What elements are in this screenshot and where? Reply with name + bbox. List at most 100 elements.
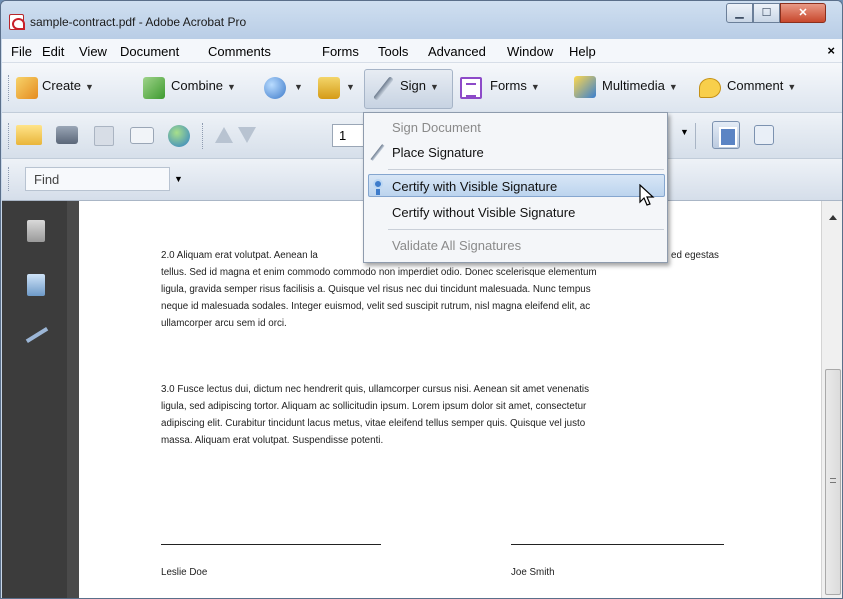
chevron-down-icon: ▼ bbox=[294, 82, 303, 92]
menu-item-place-signature[interactable]: Place Signature bbox=[392, 145, 484, 160]
pen-icon bbox=[372, 77, 394, 99]
create-label: Create bbox=[42, 78, 82, 93]
chevron-down-icon: ▼ bbox=[85, 82, 94, 92]
menu-separator bbox=[388, 229, 664, 230]
fit-page-icon[interactable] bbox=[712, 121, 740, 149]
vertical-scrollbar[interactable] bbox=[821, 201, 842, 598]
document-close-button[interactable]: × bbox=[827, 43, 835, 58]
save-icon[interactable] bbox=[94, 126, 114, 146]
chevron-down-icon: ▼ bbox=[227, 82, 236, 92]
sign-label: Sign bbox=[400, 78, 427, 93]
forms-icon bbox=[460, 77, 482, 99]
pages-icon[interactable] bbox=[27, 220, 45, 242]
menu-window[interactable]: Window bbox=[507, 44, 553, 59]
paragraph-line: neque id malesuada sodales. Integer euis… bbox=[161, 301, 591, 312]
menu-forms[interactable]: Forms bbox=[322, 44, 359, 59]
paragraph-line: 3.0 Fusce lectus dui, dictum nec hendrer… bbox=[161, 384, 590, 395]
chevron-down-icon: ▼ bbox=[668, 82, 678, 92]
window-title: sample-contract.pdf - Adobe Acrobat Pro bbox=[30, 15, 247, 29]
menu-item-certify-invisible[interactable]: Certify without Visible Signature bbox=[392, 205, 575, 220]
signature-line-right bbox=[511, 544, 724, 545]
secure-dropdown[interactable]: ▼ bbox=[342, 78, 355, 100]
close-button[interactable]: ✕ bbox=[780, 3, 826, 23]
mouse-cursor-icon bbox=[639, 184, 655, 206]
menu-advanced[interactable]: Advanced bbox=[428, 44, 486, 59]
minimize-button[interactable]: ▁ bbox=[726, 3, 753, 23]
menu-item-validate-all[interactable]: Validate All Signatures bbox=[392, 238, 521, 253]
menu-edit[interactable]: Edit bbox=[42, 44, 64, 59]
toolbar-grip[interactable] bbox=[8, 123, 11, 149]
toolbar-grip[interactable] bbox=[8, 75, 11, 101]
multimedia-label: Multimedia bbox=[602, 78, 665, 93]
collaborate-icon[interactable] bbox=[264, 77, 286, 99]
multimedia-icon bbox=[574, 76, 596, 98]
previous-page-icon[interactable] bbox=[215, 127, 233, 143]
multimedia-button[interactable]: Multimedia ▼ bbox=[602, 78, 678, 100]
create-pdf-icon bbox=[16, 77, 38, 99]
web-icon[interactable] bbox=[168, 125, 190, 147]
next-page-icon[interactable] bbox=[238, 127, 256, 143]
comment-label: Comment bbox=[727, 78, 784, 93]
scroll-up-arrow-icon[interactable] bbox=[829, 215, 837, 220]
title-bar: sample-contract.pdf - Adobe Acrobat Pro … bbox=[1, 1, 842, 39]
signature-line-left bbox=[161, 544, 381, 545]
menu-bar: File Edit View Document Comments Forms T… bbox=[2, 39, 842, 63]
lock-icon[interactable] bbox=[318, 77, 340, 99]
chevron-down-icon: ▼ bbox=[530, 82, 540, 92]
tasks-toolbar: Create ▼ Combine ▼ ▼ ▼ Sign ▼ Forms ▼ Multim… bbox=[2, 63, 842, 113]
forms-button[interactable]: Forms ▼ bbox=[490, 78, 540, 100]
sign-menu: Sign Document Place Signature Certify wi… bbox=[363, 112, 668, 263]
acrobat-pdf-icon bbox=[9, 14, 25, 30]
menu-file[interactable]: File bbox=[11, 44, 32, 59]
scrollbar-grip bbox=[830, 478, 836, 483]
comment-button[interactable]: Comment ▼ bbox=[727, 78, 796, 100]
chevron-down-icon[interactable]: ▼ bbox=[680, 127, 689, 137]
toolbar-grip[interactable] bbox=[8, 167, 11, 191]
collaborate-dropdown[interactable]: ▼ bbox=[290, 78, 303, 100]
signatures-icon[interactable] bbox=[27, 327, 45, 341]
bookmarks-icon[interactable] bbox=[27, 274, 45, 296]
toolbar-separator bbox=[695, 123, 696, 149]
acrobat-window: sample-contract.pdf - Adobe Acrobat Pro … bbox=[0, 0, 843, 599]
chevron-down-icon: ▼ bbox=[787, 82, 797, 92]
toolbar-grip[interactable] bbox=[202, 123, 205, 149]
menu-comments[interactable]: Comments bbox=[208, 44, 271, 59]
menu-item-certify-visible[interactable]: Certify with Visible Signature bbox=[392, 179, 557, 194]
menu-separator bbox=[388, 169, 664, 170]
comment-icon bbox=[699, 78, 721, 98]
paragraph-3: 3.0 Fusce lectus dui, dictum nec hendrer… bbox=[161, 381, 731, 449]
paragraph-line: adipiscing elit. Curabitur tincidunt lac… bbox=[161, 418, 586, 429]
find-input[interactable]: Find bbox=[25, 167, 170, 191]
paragraph-line: ligula, sed adipiscing tortor. Aliquam a… bbox=[161, 401, 587, 412]
email-icon[interactable] bbox=[130, 127, 154, 144]
open-folder-icon[interactable] bbox=[16, 125, 42, 145]
menu-view[interactable]: View bbox=[79, 44, 107, 59]
chevron-down-icon: ▼ bbox=[430, 82, 439, 92]
signer-name-left: Leslie Doe bbox=[161, 567, 208, 578]
paragraph-line-tail: ed egestas bbox=[671, 250, 719, 261]
full-screen-icon[interactable] bbox=[754, 125, 774, 145]
forms-label: Forms bbox=[490, 78, 527, 93]
combine-label: Combine bbox=[171, 78, 224, 93]
menu-document[interactable]: Document bbox=[120, 44, 179, 59]
menu-help[interactable]: Help bbox=[569, 44, 596, 59]
menu-tools[interactable]: Tools bbox=[378, 44, 408, 59]
paragraph-line: massa. Aliquam erat volutpat. Suspendiss… bbox=[161, 435, 384, 446]
scrollbar-thumb[interactable] bbox=[825, 369, 841, 595]
chevron-down-icon[interactable]: ▼ bbox=[174, 174, 183, 184]
combine-button[interactable]: Combine ▼ bbox=[171, 78, 236, 100]
create-button[interactable]: Create ▼ bbox=[42, 78, 94, 100]
combine-files-icon bbox=[143, 77, 165, 99]
signer-name-right: Joe Smith bbox=[511, 567, 555, 578]
print-icon[interactable] bbox=[56, 126, 78, 144]
paragraph-line: ullamcorper arcu sem id orci. bbox=[161, 318, 287, 329]
sign-button[interactable]: Sign ▼ bbox=[400, 78, 439, 100]
navigation-pane-splitter[interactable] bbox=[67, 201, 79, 598]
paragraph-line: ligula, gravida semper risus facilisis a… bbox=[161, 284, 591, 295]
paragraph-line: tellus. Sed id magna et enim commodo com… bbox=[161, 267, 597, 278]
chevron-down-icon: ▼ bbox=[346, 82, 355, 92]
pen-icon bbox=[370, 144, 386, 160]
maximize-button[interactable]: ☐ bbox=[753, 3, 780, 23]
navigation-pane bbox=[2, 201, 68, 598]
menu-item-sign-document[interactable]: Sign Document bbox=[392, 120, 481, 135]
